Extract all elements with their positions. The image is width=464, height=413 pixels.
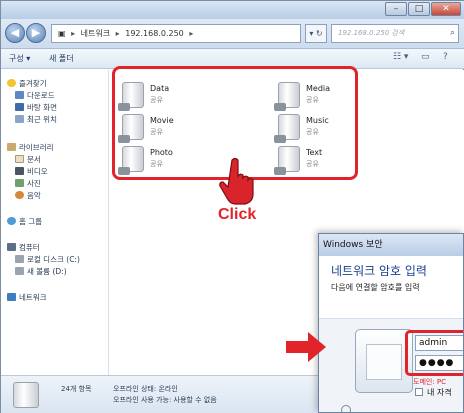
offline-availability: 오프라인 사용 가능: 사용할 수 없음	[113, 396, 217, 404]
nav-item-downloads[interactable]: 다운로드	[15, 90, 55, 101]
info-icon	[341, 405, 351, 412]
credential-panel: admin ●●●● 도메인: PC 내 자격	[319, 318, 463, 412]
organize-menu[interactable]: 구성 ▾	[9, 53, 30, 64]
nav-item-new-volume[interactable]: 새 볼륨 (D:)	[15, 266, 67, 277]
preview-pane-icon[interactable]: ▭	[421, 52, 430, 62]
nav-item-network[interactable]: 네트워크	[7, 292, 47, 303]
nav-label: 네트워크	[19, 293, 47, 302]
nav-label: 문서	[27, 155, 41, 164]
navigation-pane: 즐겨찾기 다운로드 바탕 화면 최근 위치 라이브러리 문서 비디오 사진 음악…	[1, 70, 109, 375]
libraries-icon	[7, 143, 16, 151]
nav-label: 즐겨찾기	[19, 79, 47, 88]
minimize-button[interactable]: –	[385, 2, 407, 16]
click-annotation: Click	[218, 206, 257, 223]
nav-label: 컴퓨터	[19, 243, 40, 252]
nav-item-favorites[interactable]: 즐겨찾기	[7, 78, 47, 89]
music-icon	[15, 191, 24, 199]
nav-item-desktop[interactable]: 바탕 화면	[15, 102, 57, 113]
nav-item-homegroup[interactable]: 홈 그룹	[7, 216, 42, 227]
recent-places-icon	[15, 115, 24, 123]
dialog-instruction: 다음에 연결할 암호를 입력	[331, 283, 420, 292]
nav-label: 비디오	[27, 167, 48, 176]
address-bar[interactable]: ▣ ▸ 네트워크 ▸ 192.168.0.250 ▸	[51, 24, 301, 43]
refresh-button[interactable]: ▾ ↻	[305, 24, 327, 43]
nav-item-videos[interactable]: 비디오	[15, 166, 48, 177]
dialog-spacer	[319, 298, 463, 318]
network-share-icon	[13, 382, 39, 408]
nav-label: 라이브러리	[19, 143, 54, 152]
maximize-button[interactable]: □	[408, 2, 430, 16]
breadcrumb-dropdown-icon[interactable]: ▸	[189, 29, 193, 38]
nav-item-libraries[interactable]: 라이브러리	[7, 142, 54, 153]
remember-label: 내 자격	[427, 388, 452, 397]
homegroup-icon	[7, 217, 16, 225]
new-folder-button[interactable]: 새 폴더	[49, 53, 74, 64]
breadcrumb-separator: ▸	[71, 29, 76, 38]
nav-item-documents[interactable]: 문서	[15, 154, 41, 165]
desktop-icon	[15, 103, 24, 111]
user-picture	[366, 344, 402, 380]
nav-item-computer[interactable]: 컴퓨터	[7, 242, 40, 253]
nav-label: 새 볼륨 (D:)	[27, 267, 67, 276]
breadcrumb-item-network[interactable]: 네트워크	[81, 29, 110, 38]
nav-item-music[interactable]: 음악	[15, 190, 41, 201]
dialog-title: Windows 보안	[319, 234, 463, 256]
remember-credentials[interactable]: 내 자격	[415, 387, 452, 398]
nav-label: 음악	[27, 191, 41, 200]
drive-icon	[15, 255, 24, 263]
nav-label: 바탕 화면	[27, 103, 57, 112]
item-count: 24개 항목	[61, 385, 92, 393]
search-placeholder: 192.168.0.250 검색	[338, 29, 405, 37]
close-button[interactable]: ✕	[431, 2, 461, 16]
domain-label: 도메인: PC	[413, 378, 447, 386]
computer-icon	[7, 243, 16, 251]
nav-item-recent[interactable]: 최근 위치	[15, 114, 57, 125]
dialog-heading: 네트워크 암호 입력	[331, 264, 427, 278]
computer-icon: ▣	[58, 29, 66, 38]
windows-security-dialog: Windows 보안 네트워크 암호 입력 다음에 연결할 암호를 입력 adm…	[318, 233, 464, 413]
downloads-icon	[15, 91, 24, 99]
remember-checkbox[interactable]	[415, 388, 423, 396]
breadcrumb-item-host[interactable]: 192.168.0.250	[125, 29, 184, 38]
back-button[interactable]: ◀	[5, 23, 25, 43]
screenshot-root: – □ ✕ ◀ ▶ ▣ ▸ 네트워크 ▸ 192.168.0.250 ▸ ▾ ↻…	[0, 0, 464, 413]
nav-item-pictures[interactable]: 사진	[15, 178, 41, 189]
nav-label: 다운로드	[27, 91, 55, 100]
offline-status: 오프라인 상태: 온라인	[113, 385, 178, 393]
nav-label: 최근 위치	[27, 115, 57, 124]
network-icon	[7, 293, 16, 301]
pictures-icon	[15, 179, 24, 187]
credentials-highlight-box	[405, 330, 463, 376]
star-icon	[7, 79, 16, 87]
breadcrumb-separator: ▸	[115, 29, 120, 38]
nav-label: 홈 그룹	[19, 217, 43, 226]
hand-cursor-icon	[219, 157, 254, 205]
view-options-icon[interactable]: ☷ ▾	[393, 52, 408, 62]
videos-icon	[15, 167, 24, 175]
window-controls: – □ ✕	[384, 2, 461, 16]
search-icon: ⌕	[449, 28, 455, 38]
search-input[interactable]: 192.168.0.250 검색 ⌕	[331, 24, 459, 43]
arrow-right-icon	[286, 332, 326, 362]
nav-label: 사진	[27, 179, 41, 188]
title-bar: – □ ✕	[1, 1, 464, 19]
nav-item-local-disk[interactable]: 로컬 디스크 (C:)	[15, 254, 80, 265]
nav-label: 로컬 디스크 (C:)	[27, 255, 80, 264]
forward-button[interactable]: ▶	[26, 23, 46, 43]
address-row: ◀ ▶ ▣ ▸ 네트워크 ▸ 192.168.0.250 ▸ ▾ ↻ 192.1…	[1, 19, 464, 49]
help-icon[interactable]: ?	[443, 52, 448, 62]
drive-icon	[15, 267, 24, 275]
documents-icon	[15, 155, 24, 163]
